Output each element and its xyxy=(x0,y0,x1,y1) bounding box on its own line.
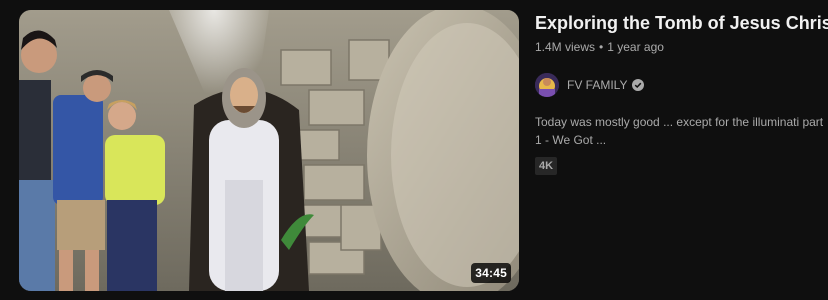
avatar[interactable] xyxy=(535,73,559,97)
upload-age: 1 year ago xyxy=(607,40,664,54)
verified-check-icon xyxy=(632,79,645,91)
stats-separator: • xyxy=(599,40,604,54)
video-result[interactable]: 34:45 Exploring the Tomb of Jesus Christ… xyxy=(0,0,828,300)
channel-name[interactable]: FV FAMILY xyxy=(567,78,627,92)
channel-link[interactable]: FV FAMILY xyxy=(535,72,828,98)
video-title[interactable]: Exploring the Tomb of Jesus Christ xyxy=(535,10,828,36)
view-count: 1.4M views xyxy=(535,40,596,54)
video-meta: Exploring the Tomb of Jesus Christ 1.4M … xyxy=(535,10,828,175)
video-description: Today was mostly good ... except for the… xyxy=(535,115,824,147)
duration-badge: 34:45 xyxy=(471,263,511,283)
video-stats: 1.4M views • 1 year ago xyxy=(535,38,828,56)
video-thumbnail[interactable]: 34:45 xyxy=(19,10,519,291)
quality-badge: 4K xyxy=(535,157,558,175)
thumbnail-image xyxy=(19,10,519,291)
